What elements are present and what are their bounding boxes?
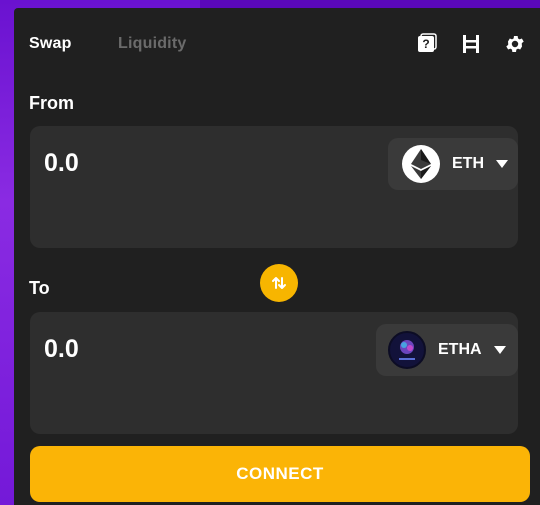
top-border-glow (200, 0, 540, 8)
help-icon[interactable]: ? (416, 33, 438, 55)
route-icon[interactable] (460, 33, 482, 55)
to-panel: ETHA (30, 312, 518, 434)
settings-icon[interactable] (504, 33, 526, 55)
from-token-symbol: ETH (452, 155, 484, 172)
to-token-selector[interactable]: ETHA (376, 324, 518, 376)
from-amount-input[interactable] (42, 148, 246, 179)
swap-direction-icon[interactable] (260, 264, 298, 302)
from-token-selector[interactable]: ETH (388, 138, 518, 190)
from-panel: ETH (30, 126, 518, 248)
swap-header: Swap Liquidity ? (14, 8, 540, 78)
connect-button[interactable]: CONNECT (30, 446, 530, 502)
to-token-symbol: ETHA (438, 341, 482, 358)
to-amount-input[interactable] (42, 334, 246, 365)
tab-liquidity[interactable]: Liquidity (118, 35, 186, 53)
from-label: From (29, 93, 74, 113)
etha-logo-icon (388, 331, 426, 369)
ethereum-logo-icon (402, 145, 440, 183)
swap-card: Swap Liquidity ? From 0.0 ETH To 0.0 ETH… (14, 8, 540, 505)
svg-text:?: ? (422, 37, 429, 51)
chevron-down-icon (496, 160, 508, 168)
tab-swap[interactable]: Swap (29, 35, 72, 53)
to-label: To (29, 278, 50, 298)
chevron-down-icon (493, 346, 506, 354)
